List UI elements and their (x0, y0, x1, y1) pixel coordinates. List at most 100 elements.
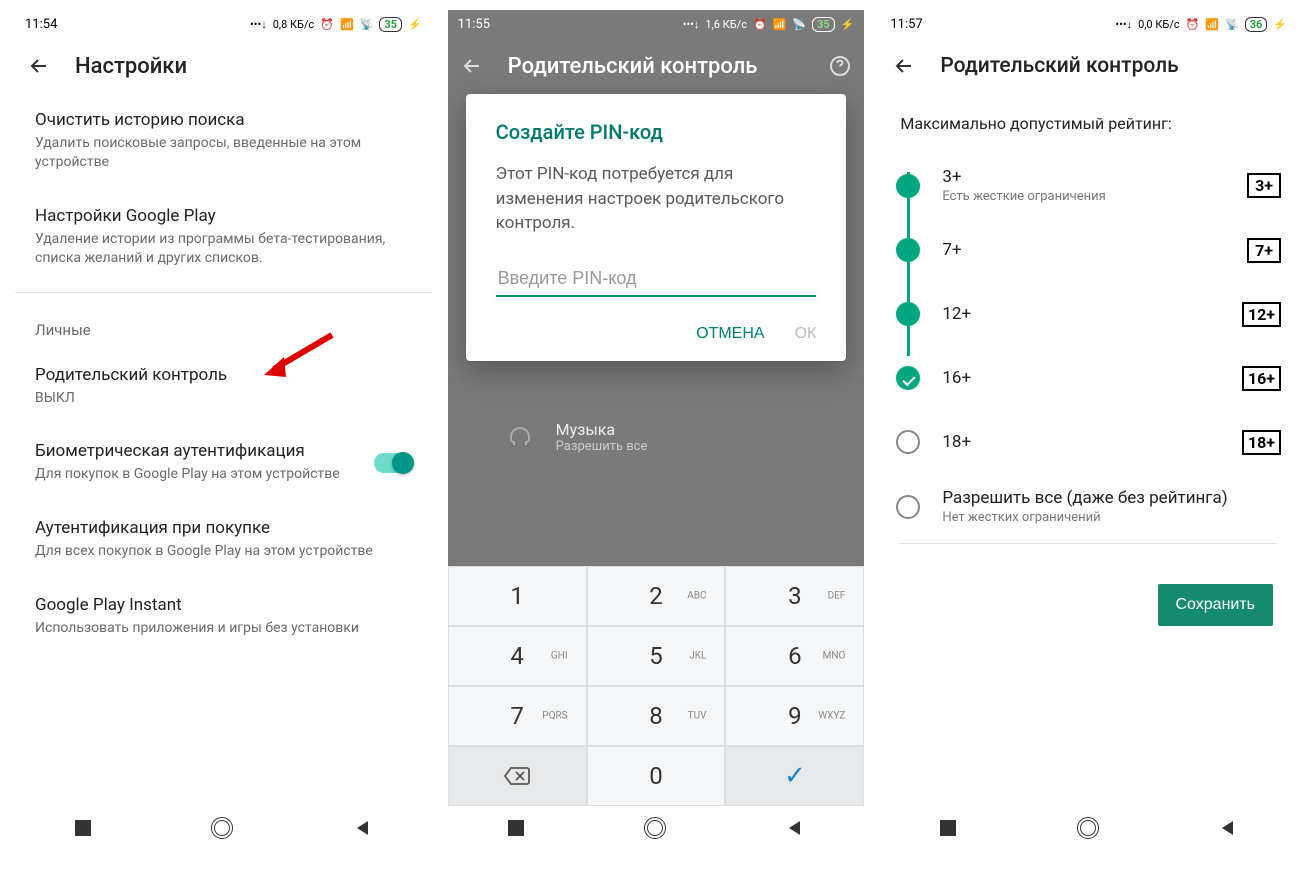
backspace-icon (503, 766, 531, 786)
page-title: Родительский контроль (940, 54, 1178, 78)
key-8[interactable]: 8TUV (587, 686, 726, 746)
key-backspace[interactable] (448, 746, 587, 806)
nav-home-icon[interactable] (211, 817, 233, 839)
radio-icon (896, 495, 920, 519)
instant-item[interactable]: Google Play Instant Использовать приложе… (15, 579, 432, 656)
music-title: Музыка (556, 420, 648, 439)
status-time: 11:54 (25, 17, 57, 32)
biometric-item[interactable]: Биометрическая аутентификация Для покупо… (15, 425, 432, 502)
nav-recent-icon[interactable] (75, 820, 91, 836)
nav-recent-icon[interactable] (508, 820, 524, 836)
back-icon[interactable] (27, 54, 51, 78)
battery-icon: 35 (379, 17, 402, 32)
item-title: Настройки Google Play (35, 206, 412, 226)
item-sub: Использовать приложения и игры без устан… (35, 619, 412, 638)
nav-back-icon[interactable] (786, 819, 804, 837)
screen-rating: 11:57 •••↓0,0 КБ/с ⏰ 📶 📡 36 ⚡ Родительск… (880, 10, 1297, 850)
save-button[interactable]: Сохранить (1158, 584, 1274, 626)
nav-back-icon[interactable] (1219, 819, 1237, 837)
pin-dialog: Создайте PIN-код Этот PIN-код потребуетс… (466, 94, 847, 361)
option-sub: Есть жесткие ограничения (942, 189, 1225, 204)
key-done[interactable]: ✓ (725, 746, 864, 806)
signal-icon: 📶 (773, 18, 787, 31)
radio-checked-icon (896, 366, 920, 390)
battery-icon: 35 (812, 17, 835, 32)
rating-option-16[interactable]: 16+ 16+ (880, 346, 1297, 410)
item-sub: Удаление истории из программы бета-тести… (35, 230, 412, 268)
status-right: •••↓0,8 КБ/с ⏰ 📶 📡 35 ⚡ (250, 17, 422, 32)
key-7[interactable]: 7PQRS (448, 686, 587, 746)
back-icon[interactable] (460, 54, 484, 78)
rating-badge: 12+ (1242, 302, 1281, 327)
nav-back-icon[interactable] (354, 819, 372, 837)
option-sub: Нет жестких ограничений (942, 510, 1281, 525)
nav-home-icon[interactable] (1077, 817, 1099, 839)
item-title: Родительский контроль (35, 365, 412, 385)
key-9[interactable]: 9WXYZ (725, 686, 864, 746)
rating-option-allow-all[interactable]: Разрешить все (даже без рейтинга) Нет жес… (880, 474, 1297, 539)
pin-input[interactable] (496, 262, 817, 297)
alarm-icon: ⏰ (320, 18, 334, 31)
wifi-icon: 📡 (360, 18, 374, 31)
screen-settings: 11:54 •••↓0,8 КБ/с ⏰ 📶 📡 35 ⚡ Настройки … (15, 10, 432, 850)
appbar: Родительский контроль (448, 38, 865, 94)
ok-button[interactable]: ОК (795, 325, 817, 343)
dialog-title: Создайте PIN-код (496, 120, 817, 144)
screen-pin-dialog: 11:55 •••↓1,6 КБ/с ⏰ 📶 📡 35 ⚡ Родительск… (448, 10, 865, 850)
charge-icon: ⚡ (1273, 18, 1287, 31)
rating-option-7[interactable]: 7+ 7+ (880, 218, 1297, 282)
radio-connector (907, 172, 910, 356)
option-label: 18+ (942, 432, 1220, 452)
parental-control-item[interactable]: Родительский контроль ВЫКЛ (15, 349, 432, 426)
help-icon[interactable] (828, 54, 852, 78)
option-label: 3+ (942, 167, 1225, 187)
key-0[interactable]: 0 (587, 746, 726, 806)
item-title: Биометрическая аутентификация (35, 441, 362, 461)
status-time: 11:57 (890, 17, 922, 32)
key-1[interactable]: 1 (448, 566, 587, 626)
key-5[interactable]: 5JKL (587, 626, 726, 686)
rating-option-12[interactable]: 12+ 12+ (880, 282, 1297, 346)
page-title: Настройки (75, 54, 187, 79)
key-4[interactable]: 4GHI (448, 626, 587, 686)
status-time: 11:55 (458, 17, 490, 32)
rating-option-3[interactable]: 3+Есть жесткие ограничения 3+ (880, 153, 1297, 218)
cancel-button[interactable]: ОТМЕНА (696, 325, 764, 343)
clear-history-item[interactable]: Очистить историю поиска Удалить поисковы… (15, 94, 432, 190)
dimmed-content: Родительский контроль от Создайте PIN-ко… (448, 94, 865, 806)
purchase-auth-item[interactable]: Аутентификация при покупке Для всех поку… (15, 502, 432, 579)
appbar: Настройки (15, 38, 432, 94)
music-sub: Разрешить все (556, 439, 648, 454)
radio-icon (896, 302, 920, 326)
page-title: Родительский контроль (508, 54, 758, 79)
nav-home-icon[interactable] (644, 817, 666, 839)
charge-icon: ⚡ (841, 18, 855, 31)
battery-icon: 36 (1245, 17, 1268, 32)
option-label: 16+ (942, 368, 1220, 388)
rating-list: Максимально допустимый рейтинг: 3+Есть ж… (880, 94, 1297, 806)
item-title: Google Play Instant (35, 595, 412, 615)
option-label: Разрешить все (даже без рейтинга) (942, 488, 1281, 508)
appbar: Родительский контроль (880, 38, 1297, 94)
rating-badge: 16+ (1242, 366, 1281, 391)
option-label: 12+ (942, 304, 1220, 324)
nav-recent-icon[interactable] (940, 820, 956, 836)
key-6[interactable]: 6MNO (725, 626, 864, 686)
item-sub: Для покупок в Google Play на этом устрой… (35, 465, 362, 484)
play-settings-item[interactable]: Настройки Google Play Удаление истории и… (15, 190, 432, 286)
numeric-keypad: 1 2ABC 3DEF 4GHI 5JKL 6MNO 7PQRS 8TUV 9W… (448, 566, 865, 806)
status-right: •••↓1,6 КБ/с ⏰ 📶 📡 35 ⚡ (683, 17, 855, 32)
signal-icon: 📶 (1205, 18, 1219, 31)
item-sub: ВЫКЛ (35, 389, 412, 408)
signal-icon: 📶 (340, 18, 354, 31)
key-2[interactable]: 2ABC (587, 566, 726, 626)
rating-option-18[interactable]: 18+ 18+ (880, 410, 1297, 474)
charge-icon: ⚡ (408, 18, 422, 31)
back-icon[interactable] (892, 54, 916, 78)
rating-badge: 7+ (1247, 238, 1281, 263)
biometric-switch[interactable] (374, 453, 412, 473)
settings-list: Очистить историю поиска Удалить поисковы… (15, 94, 432, 806)
wifi-icon: 📡 (792, 18, 806, 31)
radio-icon (896, 430, 920, 454)
key-3[interactable]: 3DEF (725, 566, 864, 626)
